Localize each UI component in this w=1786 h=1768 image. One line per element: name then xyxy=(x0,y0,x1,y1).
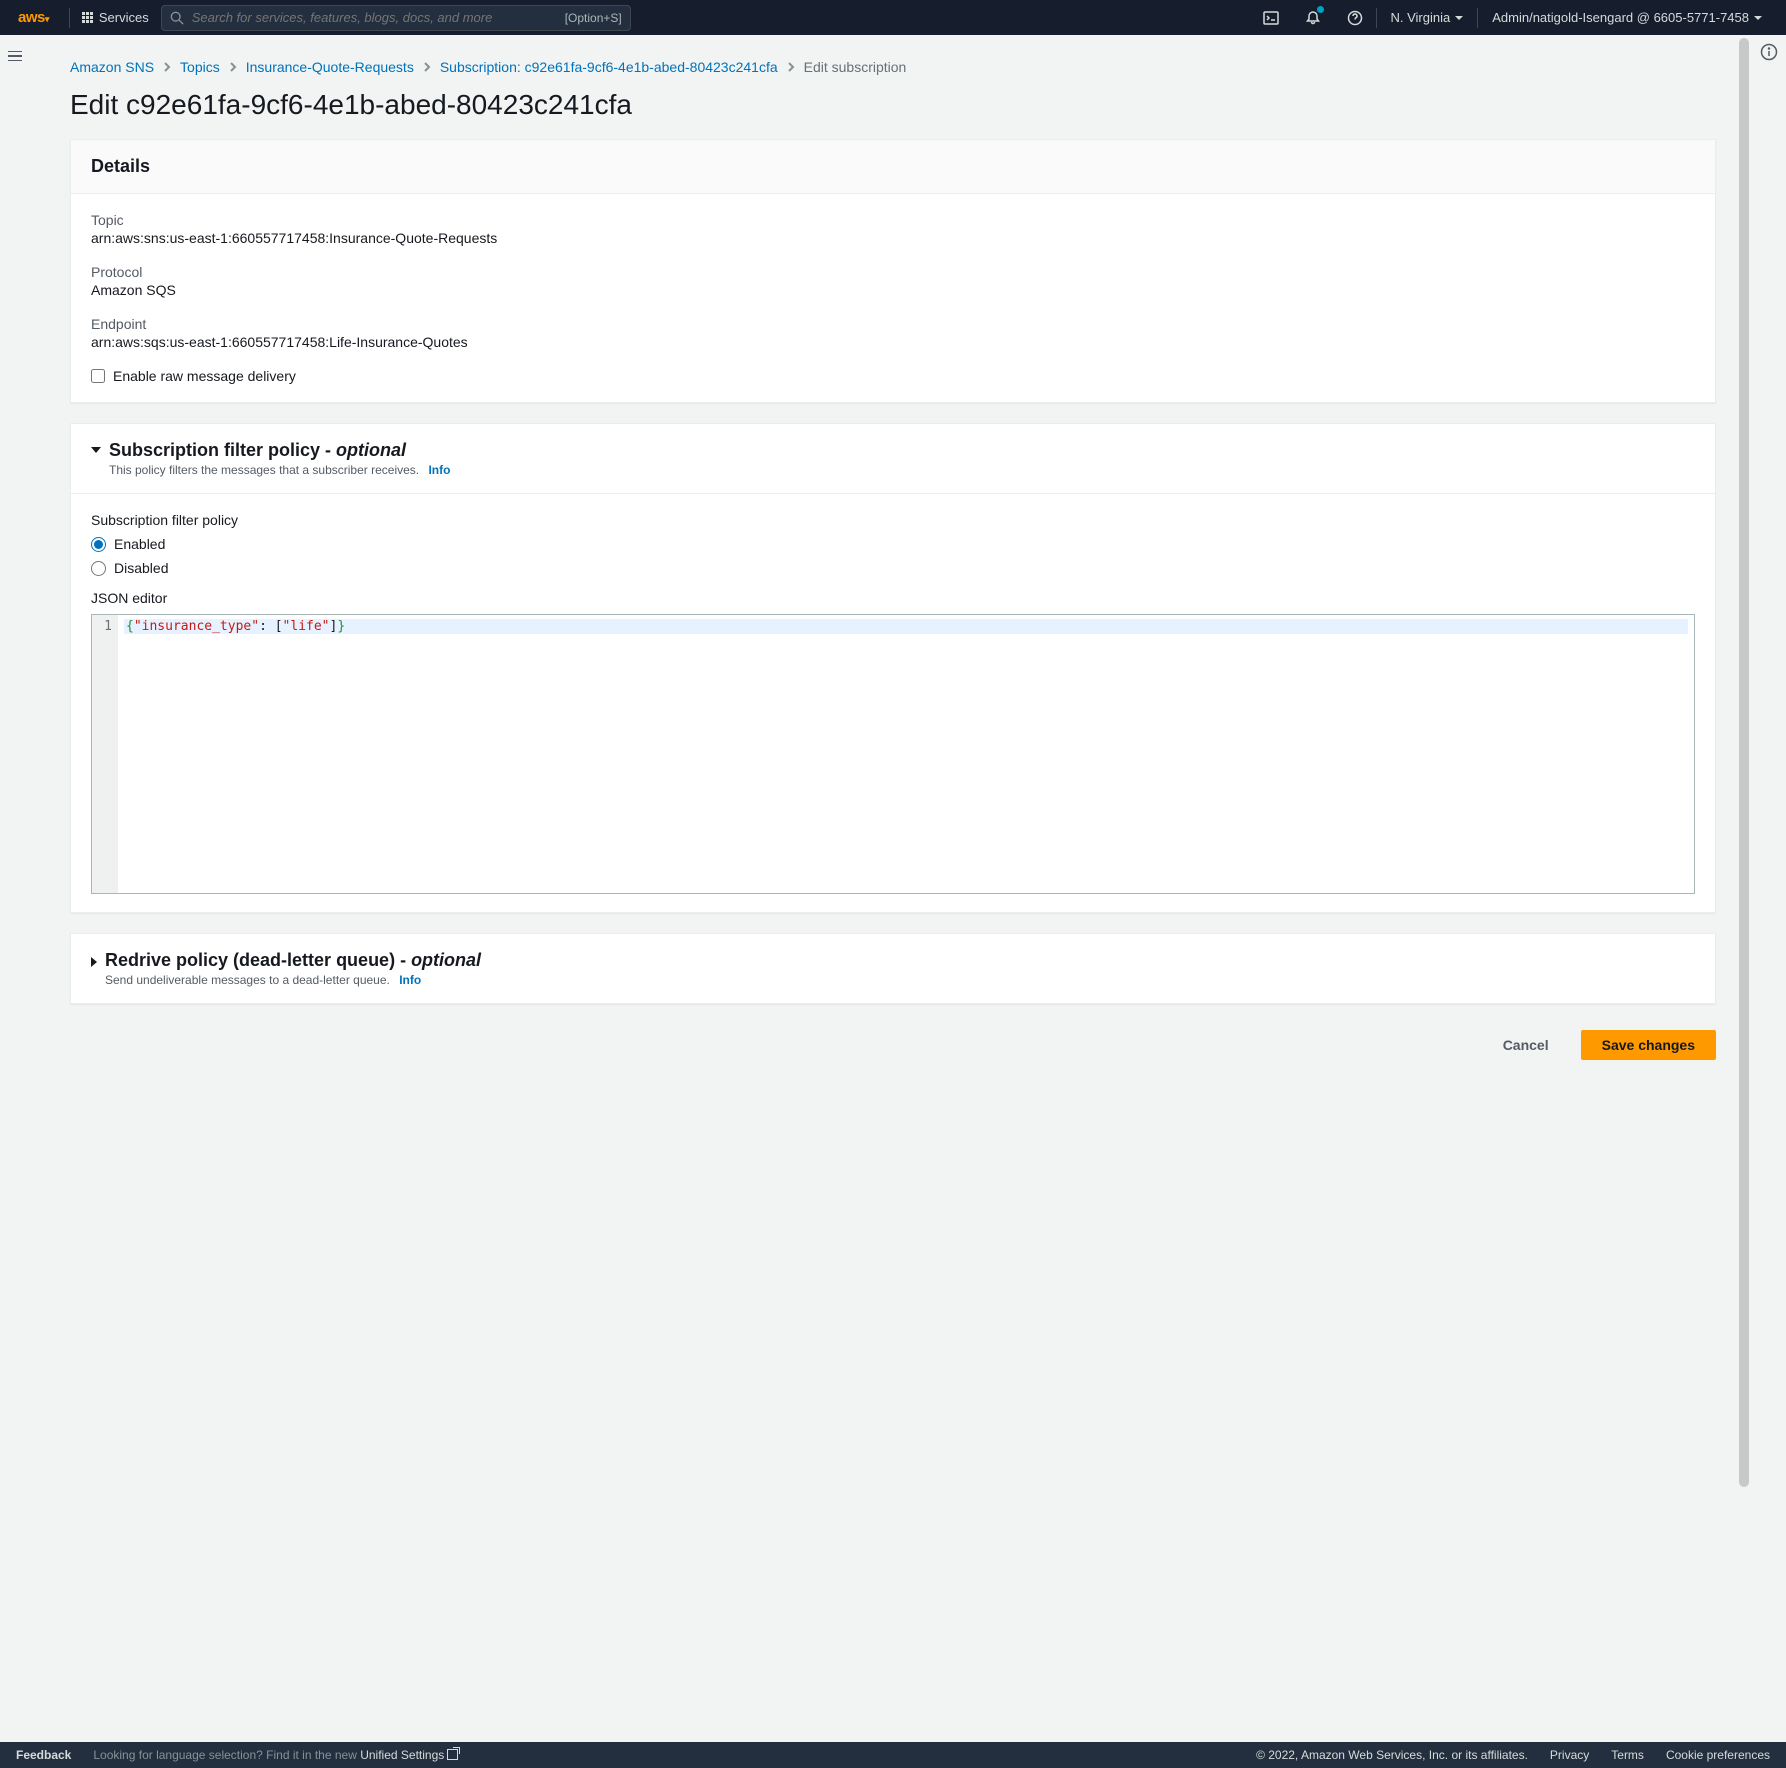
redrive-policy-title: Redrive policy (dead-letter queue) - opt… xyxy=(105,950,1695,971)
language-hint: Looking for language selection? Find it … xyxy=(93,1748,458,1762)
copyright: © 2022, Amazon Web Services, Inc. or its… xyxy=(1256,1748,1528,1762)
breadcrumb-link[interactable]: Insurance-Quote-Requests xyxy=(246,59,414,75)
topic-value: arn:aws:sns:us-east-1:660557717458:Insur… xyxy=(91,230,1695,246)
filter-policy-label: Subscription filter policy xyxy=(91,512,1695,528)
caret-right-icon xyxy=(91,957,97,967)
caret-down-icon xyxy=(91,447,101,453)
redrive-policy-subtitle: Send undeliverable messages to a dead-le… xyxy=(105,973,1695,987)
caret-down-icon xyxy=(1754,16,1762,20)
redrive-policy-panel: Redrive policy (dead-letter queue) - opt… xyxy=(70,933,1716,1004)
breadcrumb-link[interactable]: Topics xyxy=(180,59,220,75)
search-box[interactable]: [Option+S] xyxy=(161,5,631,31)
action-buttons: Cancel Save changes xyxy=(70,1024,1716,1076)
filter-policy-title: Subscription filter policy - optional xyxy=(109,440,1695,461)
chevron-right-icon xyxy=(162,59,172,75)
top-nav: aws▾ Services [Option+S] N. Virginia Adm… xyxy=(0,0,1786,35)
breadcrumb-link[interactable]: Subscription: c92e61fa-9cf6-4e1b-abed-80… xyxy=(440,59,778,75)
endpoint-value: arn:aws:sqs:us-east-1:660557717458:Life-… xyxy=(91,334,1695,350)
grid-icon xyxy=(82,12,93,23)
endpoint-label: Endpoint xyxy=(91,316,1695,332)
cancel-button[interactable]: Cancel xyxy=(1483,1030,1569,1060)
filter-policy-header[interactable]: Subscription filter policy - optional Th… xyxy=(71,424,1715,494)
footer: Feedback Looking for language selection?… xyxy=(0,1742,1786,1768)
privacy-link[interactable]: Privacy xyxy=(1550,1748,1589,1762)
main-content: Amazon SNS Topics Insurance-Quote-Reques… xyxy=(30,35,1756,1106)
region-selector[interactable]: N. Virginia xyxy=(1377,0,1478,35)
filter-policy-panel: Subscription filter policy - optional Th… xyxy=(70,423,1716,913)
breadcrumb: Amazon SNS Topics Insurance-Quote-Reques… xyxy=(70,45,1716,83)
protocol-label: Protocol xyxy=(91,264,1695,280)
divider xyxy=(69,8,70,28)
account-menu[interactable]: Admin/natigold-Isengard @ 6605-5771-7458 xyxy=(1478,0,1776,35)
breadcrumb-link[interactable]: Amazon SNS xyxy=(70,59,154,75)
search-icon xyxy=(170,11,184,25)
unified-settings-link[interactable]: Unified Settings xyxy=(360,1748,458,1762)
breadcrumb-current: Edit subscription xyxy=(804,59,907,75)
cloudshell-button[interactable] xyxy=(1250,0,1292,35)
cookies-link[interactable]: Cookie preferences xyxy=(1666,1748,1770,1762)
search-input[interactable] xyxy=(192,10,557,25)
details-heading: Details xyxy=(91,156,1695,177)
filter-disabled-radio[interactable] xyxy=(91,561,106,576)
caret-down-icon xyxy=(1455,16,1463,20)
raw-delivery-label: Enable raw message delivery xyxy=(113,368,296,384)
editor-gutter: 1 xyxy=(92,615,118,893)
info-panel-toggle[interactable] xyxy=(1760,43,1778,64)
aws-logo[interactable]: aws▾ xyxy=(10,9,57,26)
feedback-link[interactable]: Feedback xyxy=(16,1748,71,1762)
help-button[interactable] xyxy=(1334,0,1376,35)
json-editor[interactable]: 1 {"insurance_type": ["life"]} xyxy=(91,614,1695,894)
chevron-right-icon xyxy=(228,59,238,75)
info-link[interactable]: Info xyxy=(428,463,450,477)
scrollbar[interactable] xyxy=(1737,38,1751,1743)
hamburger-icon xyxy=(8,51,22,62)
page-title: Edit c92e61fa-9cf6-4e1b-abed-80423c241cf… xyxy=(70,83,1716,139)
panel-header: Details xyxy=(71,140,1715,194)
filter-policy-subtitle: This policy filters the messages that a … xyxy=(109,463,1695,477)
services-label: Services xyxy=(99,10,149,25)
chevron-right-icon xyxy=(786,59,796,75)
scrollbar-thumb[interactable] xyxy=(1739,38,1749,1487)
disabled-label: Disabled xyxy=(114,560,168,576)
services-menu[interactable]: Services xyxy=(82,10,149,25)
topic-label: Topic xyxy=(91,212,1695,228)
enabled-label: Enabled xyxy=(114,536,165,552)
search-shortcut: [Option+S] xyxy=(565,11,622,25)
external-link-icon xyxy=(447,1749,458,1760)
json-editor-label: JSON editor xyxy=(91,590,1695,606)
info-link[interactable]: Info xyxy=(399,973,421,987)
save-button[interactable]: Save changes xyxy=(1581,1030,1716,1060)
protocol-value: Amazon SQS xyxy=(91,282,1695,298)
terms-link[interactable]: Terms xyxy=(1611,1748,1644,1762)
chevron-right-icon xyxy=(422,59,432,75)
filter-enabled-radio[interactable] xyxy=(91,537,106,552)
details-panel: Details Topic arn:aws:sns:us-east-1:6605… xyxy=(70,139,1716,403)
notifications-button[interactable] xyxy=(1292,0,1334,35)
notification-dot-icon xyxy=(1317,6,1324,13)
redrive-policy-header[interactable]: Redrive policy (dead-letter queue) - opt… xyxy=(71,934,1715,1003)
raw-delivery-checkbox[interactable] xyxy=(91,369,105,383)
sidenav-toggle[interactable] xyxy=(0,41,30,71)
editor-content[interactable]: {"insurance_type": ["life"]} xyxy=(118,615,1694,893)
